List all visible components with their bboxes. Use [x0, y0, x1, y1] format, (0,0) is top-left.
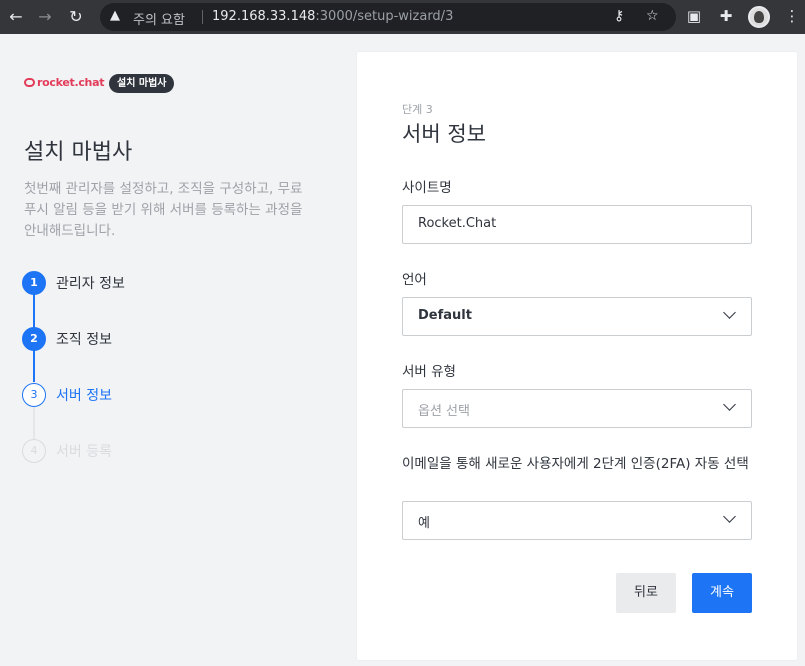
step-number: 3	[22, 383, 46, 407]
two-factor-value: 예	[418, 516, 430, 531]
url-path: :3000/setup-wizard/3	[315, 9, 454, 24]
server-type-placeholder: 옵션 선택	[418, 404, 470, 419]
step-number: 4	[22, 439, 46, 463]
url-text[interactable]: 192.168.33.148:3000/setup-wizard/3	[212, 9, 453, 24]
extensions-icon[interactable]: ✚	[716, 7, 736, 25]
server-type-label: 서버 유형	[402, 364, 456, 380]
address-bar[interactable]: ▲ 주의 요함 192.168.33.148:3000/setup-wizard…	[100, 3, 676, 31]
chevron-down-icon	[723, 398, 736, 411]
rocketchat-logo: rocket.chat	[24, 76, 104, 89]
step-number: 1	[22, 271, 46, 295]
form-title: 서버 정보	[402, 122, 486, 146]
step-server-info: 3 서버 정보	[22, 383, 112, 407]
omnibox-divider	[202, 10, 203, 24]
step-server-registration: 4 서버 등록	[22, 439, 112, 463]
step-indicator: 단계 3	[402, 103, 433, 116]
chevron-down-icon	[723, 510, 736, 523]
site-name-input[interactable]: Rocket.Chat	[402, 205, 752, 244]
step-label: 서버 등록	[56, 444, 112, 460]
step-label: 서버 정보	[56, 388, 112, 404]
wizard-title: 설치 마법사	[24, 140, 133, 165]
language-select[interactable]: Default	[402, 297, 752, 336]
step-organization-info: 2 조직 정보	[22, 327, 112, 351]
url-host: 192.168.33.148	[212, 9, 316, 24]
key-icon[interactable]: ⚷	[614, 8, 624, 24]
site-name-value: Rocket.Chat	[418, 216, 497, 231]
wizard-tag: 설치 마법사	[109, 74, 175, 93]
back-button[interactable]: 뒤로	[616, 573, 676, 613]
back-arrow-icon[interactable]: ←	[6, 7, 26, 27]
reload-icon[interactable]: ↻	[66, 7, 86, 27]
chat-bubble-icon	[24, 78, 35, 87]
two-factor-select[interactable]: 예	[402, 501, 752, 540]
language-label: 언어	[402, 272, 427, 288]
step-label: 관리자 정보	[56, 276, 125, 292]
chevron-down-icon	[723, 306, 736, 319]
step-number: 2	[22, 327, 46, 351]
bookmark-star-icon[interactable]: ☆	[646, 8, 659, 24]
brand-logo: rocket.chat	[24, 76, 104, 89]
forward-arrow-icon[interactable]: →	[35, 7, 55, 27]
browser-toolbar: ← → ↻ ▲ 주의 요함 192.168.33.148:3000/setup-…	[0, 0, 805, 34]
step-admin-info: 1 관리자 정보	[22, 271, 125, 295]
screenshot-icon[interactable]: ▣	[684, 7, 704, 25]
server-type-select[interactable]: 옵션 선택	[402, 389, 752, 428]
wizard-description: 첫번째 관리자를 설정하고, 조직을 구성하고, 무료 푸시 알림 등을 받기 …	[24, 181, 303, 239]
two-factor-label: 이메일을 통해 새로운 사용자에게 2단계 인증(2FA) 자동 선택	[402, 456, 749, 472]
warning-icon[interactable]: ▲	[110, 8, 120, 23]
profile-avatar[interactable]	[748, 6, 770, 28]
site-name-label: 사이트명	[402, 180, 452, 196]
security-warning[interactable]: 주의 요함	[133, 9, 185, 28]
language-value: Default	[418, 308, 472, 323]
menu-kebab-icon[interactable]: ⋮	[782, 7, 802, 25]
continue-button[interactable]: 계속	[692, 573, 752, 613]
step-label: 조직 정보	[56, 332, 112, 348]
server-info-form: 단계 3 서버 정보 사이트명 Rocket.Chat 언어 Default 서…	[357, 52, 797, 660]
